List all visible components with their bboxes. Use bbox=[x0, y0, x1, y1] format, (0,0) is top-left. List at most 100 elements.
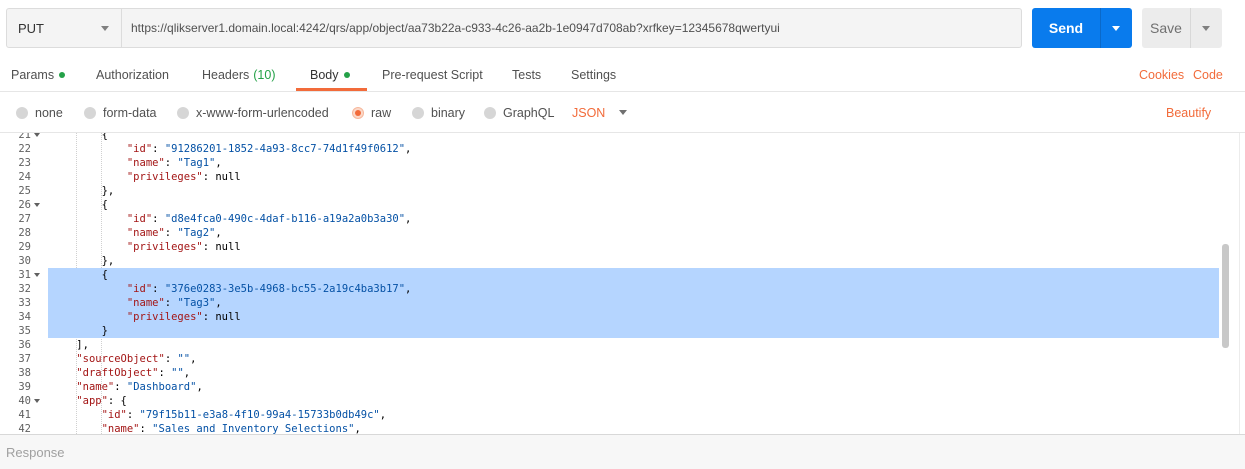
send-button-label: Send bbox=[1048, 20, 1084, 36]
line-number: 28 bbox=[18, 227, 31, 239]
editor-line[interactable]: 25 }, bbox=[0, 184, 1220, 198]
tab-settings-label: Settings bbox=[571, 68, 617, 82]
beautify-link[interactable]: Beautify bbox=[1166, 92, 1211, 133]
code-editor[interactable]: 21 {22 "id": "91286201-1852-4a93-8cc7-74… bbox=[0, 133, 1233, 434]
tab-headers[interactable]: Headers (10) bbox=[202, 58, 275, 92]
code-text: "name": "Dashboard", bbox=[76, 381, 203, 393]
code-text: { bbox=[51, 269, 108, 281]
code-text: "name": "Tag2", bbox=[126, 227, 222, 239]
line-number: 39 bbox=[18, 381, 31, 393]
url-input[interactable]: https://qlikserver1.domain.local:4242/qr… bbox=[121, 8, 1022, 48]
editor-line[interactable]: 26 { bbox=[0, 198, 1220, 212]
code-text: "privileges": null bbox=[126, 241, 241, 253]
code-text: }, bbox=[51, 185, 115, 197]
editor-line[interactable]: 31 { bbox=[0, 268, 1220, 282]
line-number: 24 bbox=[18, 171, 31, 183]
save-options-button[interactable] bbox=[1191, 8, 1222, 48]
radio-none-label: none bbox=[35, 105, 63, 120]
tab-tests[interactable]: Tests bbox=[512, 58, 541, 92]
radio-raw[interactable]: raw bbox=[352, 92, 391, 133]
radio-form-data[interactable]: form-data bbox=[84, 92, 157, 133]
tab-body[interactable]: Body bbox=[310, 58, 350, 92]
editor-line[interactable]: 21 { bbox=[0, 133, 1220, 142]
line-number: 42 bbox=[18, 423, 31, 434]
editor-line[interactable]: 35 } bbox=[0, 324, 1220, 338]
code-text: "privileges": null bbox=[126, 311, 241, 323]
radio-none[interactable]: none bbox=[16, 92, 63, 133]
line-number: 25 bbox=[18, 185, 31, 197]
tab-prerequest-label: Pre-request Script bbox=[382, 68, 483, 82]
radio-raw-label: raw bbox=[371, 105, 392, 120]
fold-chevron-icon[interactable] bbox=[34, 273, 40, 277]
request-tabs: Params Authorization Headers (10) Body P… bbox=[0, 58, 1245, 92]
line-number: 21 bbox=[18, 133, 31, 141]
editor-line[interactable]: 38 "draftObject": "", bbox=[0, 366, 1220, 380]
editor-line[interactable]: 32 "id": "376e0283-3e5b-4968-bc55-2a19c4… bbox=[0, 282, 1220, 296]
editor-line[interactable]: 39 "name": "Dashboard", bbox=[0, 380, 1220, 394]
response-panel[interactable]: Response bbox=[0, 434, 1245, 469]
tab-authorization[interactable]: Authorization bbox=[96, 58, 169, 92]
editor-line[interactable]: 29 "privileges": null bbox=[0, 240, 1220, 254]
fold-chevron-icon[interactable] bbox=[34, 203, 40, 207]
tab-settings[interactable]: Settings bbox=[571, 58, 616, 92]
code-text: }, bbox=[51, 255, 115, 267]
code-text: } bbox=[51, 325, 108, 337]
editor-line[interactable]: 22 "id": "91286201-1852-4a93-8cc7-74d1f4… bbox=[0, 142, 1220, 156]
code-text: "draftObject": "", bbox=[76, 367, 191, 379]
editor-scrollbar-thumb[interactable] bbox=[1222, 244, 1229, 348]
radio-selected-icon bbox=[352, 106, 364, 119]
code-link[interactable]: Code bbox=[1193, 58, 1223, 92]
cookies-link[interactable]: Cookies bbox=[1139, 58, 1184, 92]
tab-params-label: Params bbox=[11, 68, 55, 82]
code-text: "name": "Sales and Inventory Selections"… bbox=[101, 423, 361, 434]
send-options-button[interactable] bbox=[1101, 8, 1132, 48]
line-number: 41 bbox=[18, 409, 31, 421]
tab-prerequest-script[interactable]: Pre-request Script bbox=[382, 58, 483, 92]
line-number: 36 bbox=[18, 339, 31, 351]
code-text: "privileges": null bbox=[126, 171, 241, 183]
editor-line[interactable]: 41 "id": "79f15b11-e3a8-4f10-99a4-15733b… bbox=[0, 408, 1220, 422]
radio-graphql-label: GraphQL bbox=[503, 105, 555, 120]
editor-line[interactable]: 36 ], bbox=[0, 338, 1220, 352]
code-text: "app": { bbox=[76, 395, 127, 407]
editor-line[interactable]: 34 "privileges": null bbox=[0, 310, 1220, 324]
selection-highlight bbox=[48, 268, 1219, 282]
editor-line[interactable]: 28 "name": "Tag2", bbox=[0, 226, 1220, 240]
method-select[interactable]: PUT bbox=[6, 8, 122, 48]
request-bar: PUT https://qlikserver1.domain.local:424… bbox=[0, 0, 1245, 58]
editor-line[interactable]: 23 "name": "Tag1", bbox=[0, 156, 1220, 170]
radio-urlencoded-label: x-www-form-urlencoded bbox=[196, 105, 329, 120]
editor-line[interactable]: 37 "sourceObject": "", bbox=[0, 352, 1220, 366]
editor-line[interactable]: 24 "privileges": null bbox=[0, 170, 1220, 184]
radio-graphql[interactable]: GraphQL bbox=[484, 92, 554, 133]
language-select[interactable]: JSON bbox=[572, 92, 628, 133]
fold-chevron-icon[interactable] bbox=[34, 133, 40, 137]
code-text: { bbox=[51, 133, 108, 141]
editor-line[interactable]: 33 "name": "Tag3", bbox=[0, 296, 1220, 310]
editor-line[interactable]: 40 "app": { bbox=[0, 394, 1220, 408]
code-text: "name": "Tag3", bbox=[126, 297, 222, 309]
radio-binary[interactable]: binary bbox=[412, 92, 465, 133]
editor-line[interactable]: 27 "id": "d8e4fca0-490c-4daf-b116-a19a2a… bbox=[0, 212, 1220, 226]
save-button-label: Save bbox=[1150, 20, 1182, 36]
line-number: 26 bbox=[18, 199, 31, 211]
editor-right-border bbox=[1239, 133, 1240, 434]
send-button[interactable]: Send bbox=[1032, 8, 1132, 48]
line-number: 34 bbox=[18, 311, 31, 323]
tab-body-label: Body bbox=[310, 68, 339, 82]
fold-chevron-icon[interactable] bbox=[34, 399, 40, 403]
radio-circle-icon bbox=[412, 106, 424, 119]
tab-tests-label: Tests bbox=[512, 68, 542, 82]
active-tab-indicator bbox=[296, 88, 367, 91]
line-number: 27 bbox=[18, 213, 31, 225]
tab-params[interactable]: Params bbox=[11, 58, 66, 92]
radio-urlencoded[interactable]: x-www-form-urlencoded bbox=[177, 92, 329, 133]
code-text: ], bbox=[51, 339, 89, 351]
line-number: 29 bbox=[18, 241, 31, 253]
editor-line[interactable]: 42 "name": "Sales and Inventory Selectio… bbox=[0, 422, 1220, 434]
save-button[interactable]: Save bbox=[1142, 8, 1222, 48]
editor-line[interactable]: 30 }, bbox=[0, 254, 1220, 268]
chevron-down-icon bbox=[619, 110, 628, 115]
url-value: https://qlikserver1.domain.local:4242/qr… bbox=[131, 21, 780, 35]
chevron-down-icon bbox=[1112, 26, 1120, 31]
